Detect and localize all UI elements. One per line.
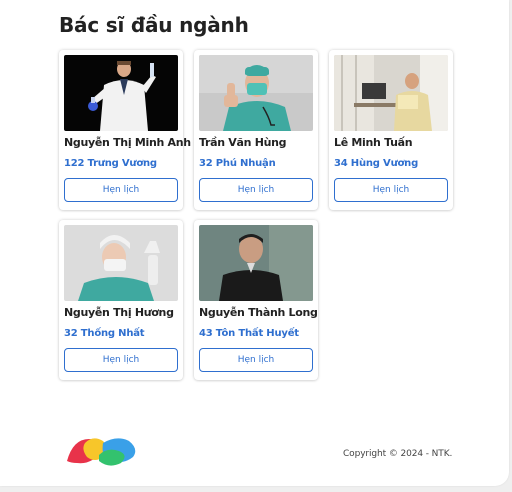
doctor-address[interactable]: 32 Thống Nhất bbox=[64, 328, 182, 339]
doctor-address[interactable]: 122 Trưng Vương bbox=[64, 158, 182, 169]
doctor-photo[interactable] bbox=[64, 225, 178, 301]
doctor-name: Trần Văn Hùng bbox=[199, 136, 287, 149]
doctor-card[interactable]: Nguyễn Thị Hương 32 Thống Nhất Hẹn lịch bbox=[59, 220, 183, 380]
doctor-card[interactable]: Nguyễn Thành Long 43 Tôn Thất Huyết Hẹn … bbox=[194, 220, 318, 380]
doctor-card[interactable]: Lê Minh Tuấn 34 Hùng Vương Hẹn lịch bbox=[329, 50, 453, 210]
section-title: Bác sĩ đầu ngành bbox=[59, 13, 249, 37]
book-appointment-button[interactable]: Hẹn lịch bbox=[64, 348, 178, 372]
doctor-photo[interactable] bbox=[199, 225, 313, 301]
book-appointment-button[interactable]: Hẹn lịch bbox=[199, 178, 313, 202]
doctor-photo-image bbox=[334, 55, 448, 131]
book-appointment-button[interactable]: Hẹn lịch bbox=[64, 178, 178, 202]
doctor-card[interactable]: Nguyễn Thị Minh Anh 122 Trưng Vương Hẹn … bbox=[59, 50, 191, 210]
doctor-name: Lê Minh Tuấn bbox=[334, 136, 413, 149]
doctor-card[interactable]: Trần Văn Hùng 32 Phú Nhuận Hẹn lịch bbox=[194, 50, 318, 210]
doctor-address[interactable]: 43 Tôn Thất Huyết bbox=[199, 328, 317, 339]
doctor-photo-image bbox=[199, 225, 313, 301]
doctor-name: Nguyễn Thị Hương bbox=[64, 306, 174, 319]
doctor-photo[interactable] bbox=[334, 55, 448, 131]
doctor-photo-image bbox=[64, 225, 178, 301]
doctor-photo-image bbox=[199, 55, 313, 131]
brand-logo-icon bbox=[67, 438, 136, 466]
doctor-name: Nguyễn Thành Long bbox=[199, 306, 318, 319]
doctor-address[interactable]: 32 Phú Nhuận bbox=[199, 158, 317, 169]
doctor-name: Nguyễn Thị Minh Anh bbox=[64, 136, 191, 149]
page-container: Bác sĩ đầu ngành Nguyễn Thị Minh Anh 122… bbox=[0, 0, 509, 486]
book-appointment-button[interactable]: Hẹn lịch bbox=[199, 348, 313, 372]
doctor-address[interactable]: 34 Hùng Vương bbox=[334, 158, 452, 169]
doctor-photo[interactable] bbox=[64, 55, 178, 131]
book-appointment-button[interactable]: Hẹn lịch bbox=[334, 178, 448, 202]
doctor-photo[interactable] bbox=[199, 55, 313, 131]
copyright-text: Copyright © 2024 - NTK. bbox=[343, 449, 453, 459]
doctor-photo-image bbox=[64, 55, 178, 131]
